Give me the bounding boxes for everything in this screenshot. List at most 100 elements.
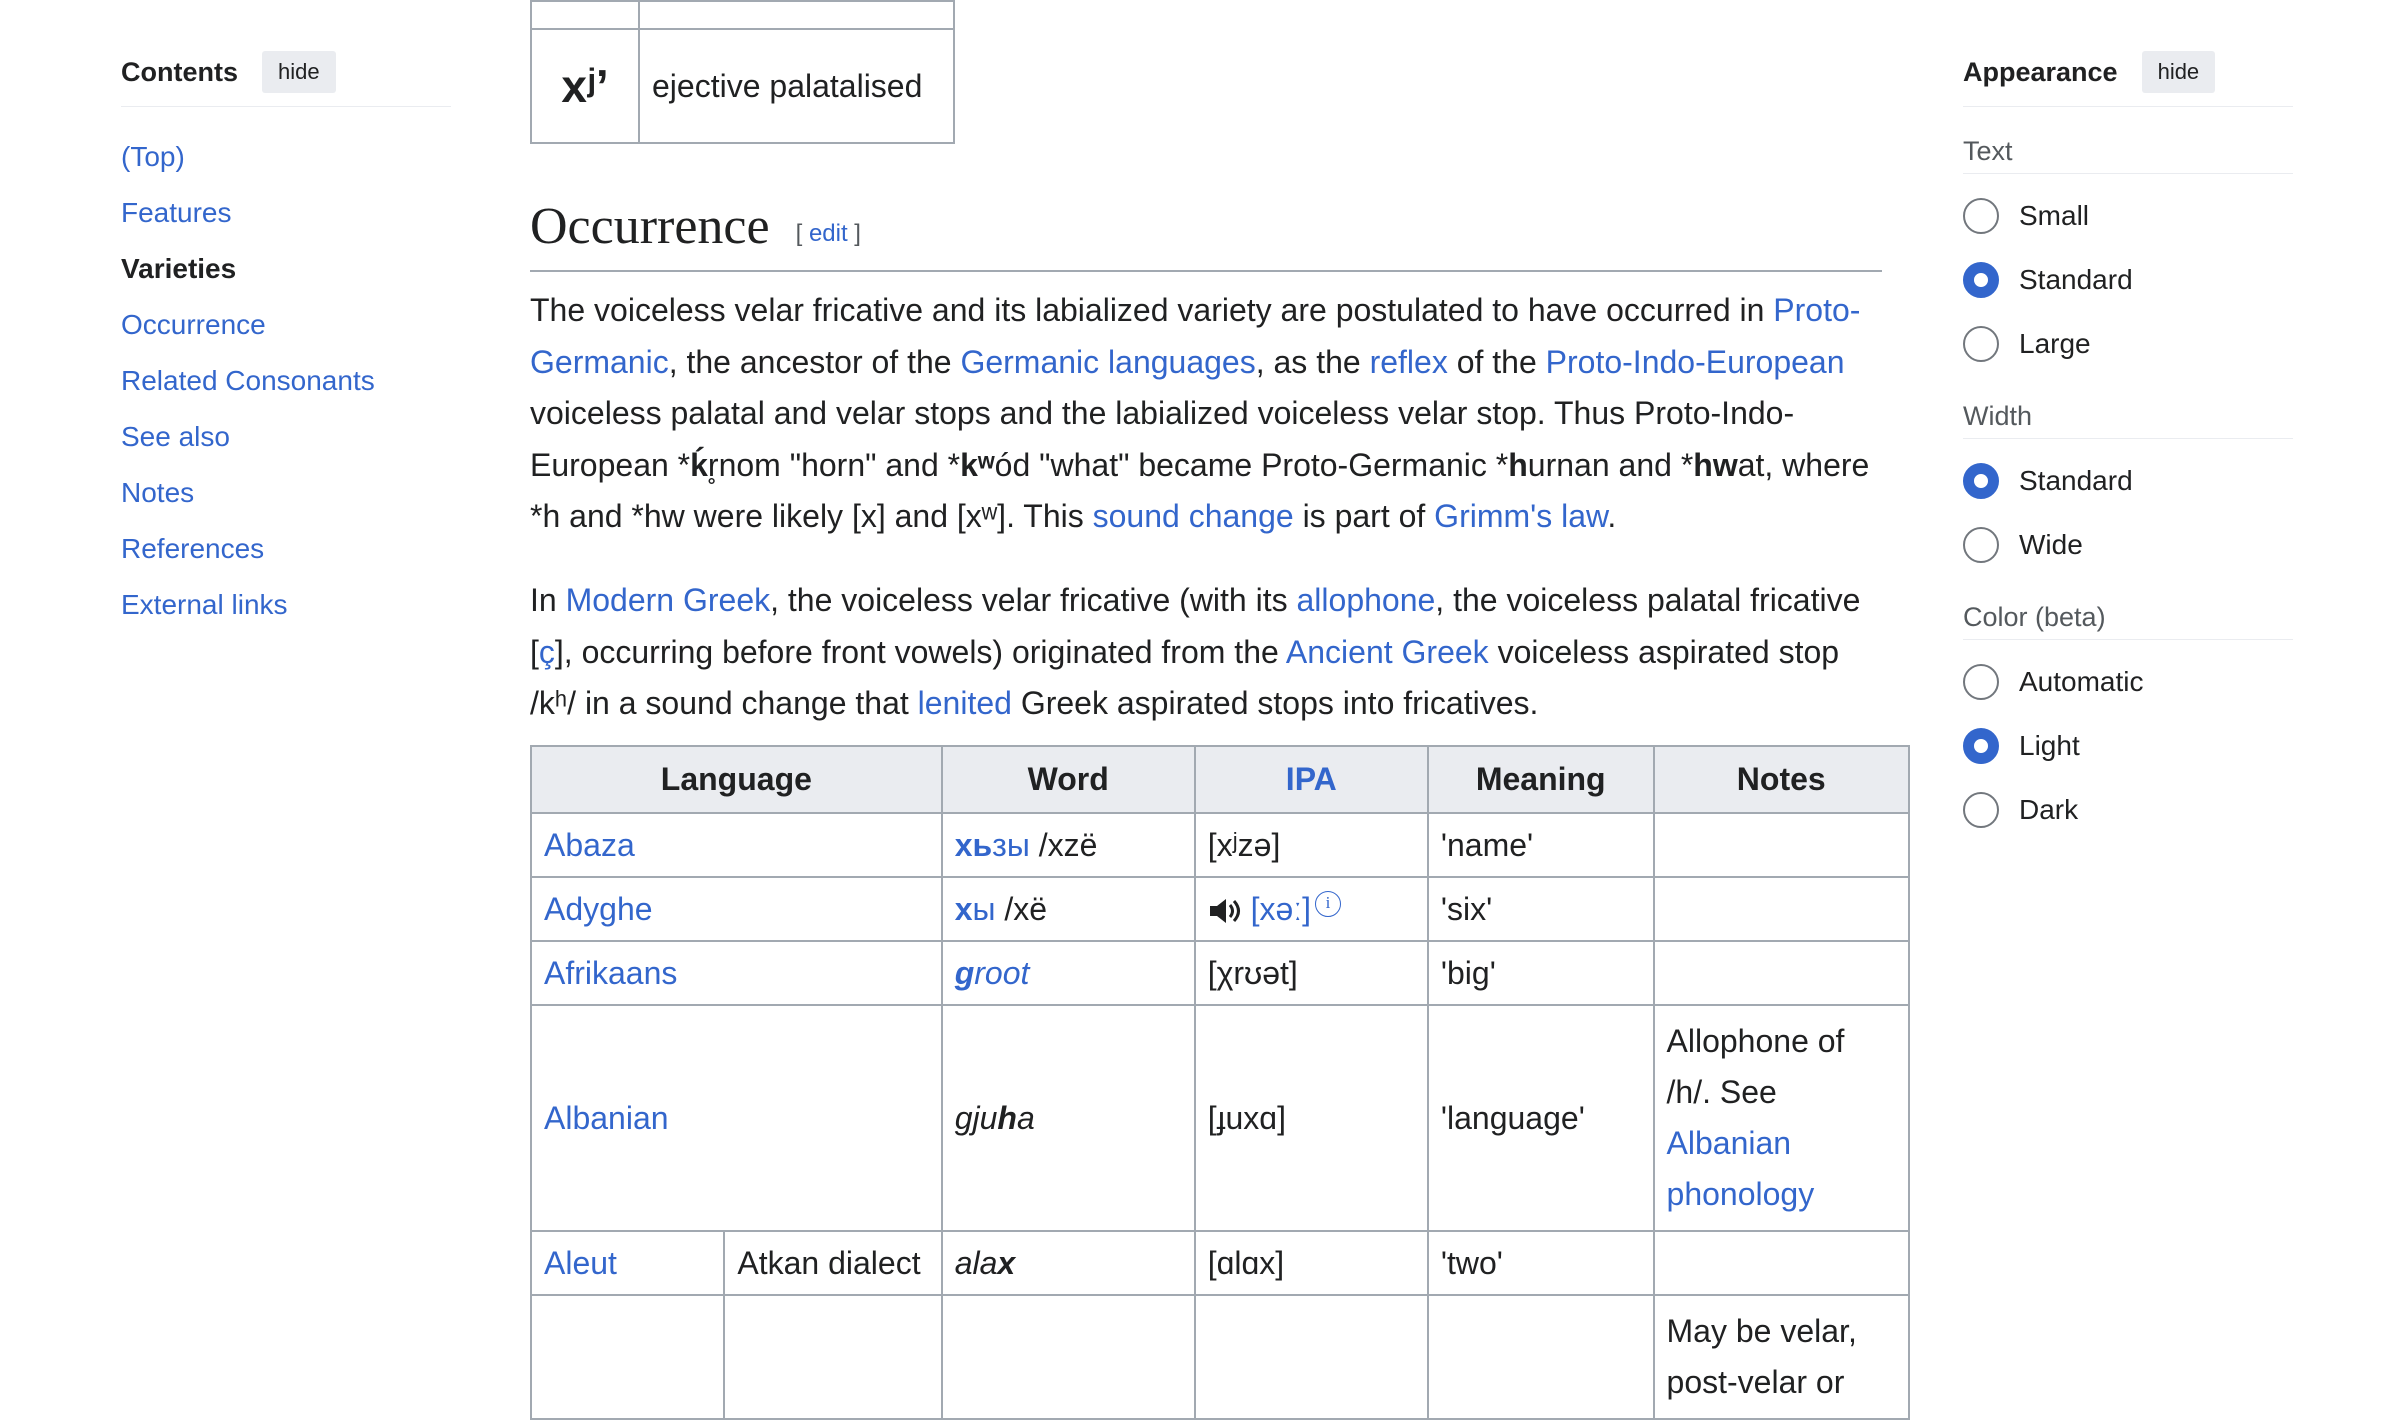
radio-button-selected[interactable] bbox=[1963, 262, 1999, 298]
occurrence-paragraph-1: The voiceless velar fricative and its la… bbox=[530, 285, 1890, 543]
language-link-abaza[interactable]: Abaza bbox=[544, 827, 635, 863]
toc-hide-button[interactable]: hide bbox=[262, 51, 336, 93]
radio-button[interactable] bbox=[1963, 527, 1999, 563]
color-dark-option[interactable]: Dark bbox=[1963, 778, 2293, 842]
toc-item-references[interactable]: References bbox=[121, 523, 451, 579]
toc-link-occurrence[interactable]: Occurrence bbox=[121, 309, 266, 340]
cell-word: groot bbox=[940, 940, 1196, 1006]
link-modern-greek[interactable]: Modern Greek bbox=[566, 582, 771, 618]
link-ancient-greek[interactable]: Ancient Greek bbox=[1286, 634, 1489, 670]
text: urnan and * bbox=[1527, 446, 1694, 483]
header-ipa[interactable]: IPA bbox=[1193, 745, 1429, 814]
table-of-contents: Contents hide (Top) Features Varieties O… bbox=[121, 48, 451, 635]
language-link-albanian[interactable]: Albanian bbox=[544, 1100, 669, 1136]
toc-item-varieties[interactable]: Varieties bbox=[121, 243, 451, 299]
text: Greek aspirated stops into fricatives. bbox=[1011, 685, 1539, 721]
language-link-adyghe[interactable]: Adyghe bbox=[544, 891, 653, 927]
toc-link-references[interactable]: References bbox=[121, 533, 264, 564]
cell-language: Albanian bbox=[530, 1004, 943, 1232]
toc-link-external-links[interactable]: External links bbox=[121, 589, 288, 620]
color-light-option[interactable]: Light bbox=[1963, 714, 2293, 778]
radio-button[interactable] bbox=[1963, 792, 1999, 828]
word-link[interactable]: хьзы bbox=[955, 827, 1030, 863]
width-standard-option[interactable]: Standard bbox=[1963, 449, 2293, 513]
link-lenited[interactable]: lenited bbox=[918, 685, 1012, 721]
cell-ipa: [χrʊət] bbox=[1193, 940, 1429, 1006]
bold-text: hw bbox=[1693, 446, 1738, 483]
option-label: Large bbox=[2019, 328, 2091, 359]
text-size-small-option[interactable]: Small bbox=[1963, 184, 2293, 248]
radio-button-selected[interactable] bbox=[1963, 463, 1999, 499]
option-label: Light bbox=[2019, 730, 2080, 761]
toc-link-notes[interactable]: Notes bbox=[121, 477, 194, 508]
toc-item-occurrence[interactable]: Occurrence bbox=[121, 299, 451, 355]
text-size-standard-option[interactable]: Standard bbox=[1963, 248, 2293, 312]
toc-link-see-also[interactable]: See also bbox=[121, 421, 230, 452]
link-reflex[interactable]: reflex bbox=[1370, 344, 1448, 380]
text: ], occurring before front vowels) origin… bbox=[554, 633, 1286, 670]
ipa-audio-link[interactable]: [xəː] bbox=[1251, 891, 1311, 927]
ipa-header-link[interactable]: IPA bbox=[1286, 761, 1337, 797]
option-label: Dark bbox=[2019, 794, 2079, 825]
link-proto-indo-european[interactable]: Proto-Indo-European bbox=[1546, 344, 1845, 380]
edit-section-link[interactable]: edit bbox=[809, 220, 848, 247]
toc-item-top[interactable]: (Top) bbox=[121, 131, 451, 187]
toc-link-features[interactable]: Features bbox=[121, 197, 232, 228]
word-rest: ы bbox=[972, 890, 996, 927]
toc-header: Contents hide bbox=[121, 48, 451, 107]
radio-button[interactable] bbox=[1963, 326, 1999, 362]
language-link-afrikaans[interactable]: Afrikaans bbox=[544, 955, 677, 991]
color-automatic-option[interactable]: Automatic bbox=[1963, 650, 2293, 714]
info-icon[interactable]: i bbox=[1315, 890, 1342, 917]
table-row: Albanian gjuha [ɟuxɑ] 'language' Allopho… bbox=[530, 1004, 1911, 1232]
word-translit: /xë bbox=[995, 890, 1048, 927]
symbol-cell: xʲʼ bbox=[530, 28, 640, 144]
option-label: Wide bbox=[2019, 529, 2083, 560]
table-cell bbox=[1426, 1294, 1655, 1420]
toc-link-top[interactable]: (Top) bbox=[121, 141, 185, 172]
link-grimms-law[interactable]: Grimm's law bbox=[1434, 498, 1607, 534]
text-size-large-option[interactable]: Large bbox=[1963, 312, 2293, 376]
toc-item-features[interactable]: Features bbox=[121, 187, 451, 243]
toc-link-varieties[interactable]: Varieties bbox=[121, 253, 236, 284]
word-link[interactable]: хы bbox=[955, 891, 996, 927]
width-wide-option[interactable]: Wide bbox=[1963, 513, 2293, 577]
color-group: Automatic Light Dark bbox=[1963, 650, 2293, 842]
text: , the voiceless velar fricative (with it… bbox=[770, 582, 1297, 618]
table-row: xʲʼ ejective palatalised bbox=[530, 28, 955, 144]
toc-item-related-consonants[interactable]: Related Consonants bbox=[121, 355, 451, 411]
toc-item-notes[interactable]: Notes bbox=[121, 467, 451, 523]
cell-meaning: 'name' bbox=[1426, 812, 1655, 878]
language-examples-table: Language Word IPA Meaning Notes Abaza хь… bbox=[529, 745, 1911, 1420]
radio-button-selected[interactable] bbox=[1963, 728, 1999, 764]
edit-bracket-open: [ bbox=[795, 220, 809, 247]
language-link-aleut[interactable]: Aleut bbox=[544, 1245, 617, 1281]
link-palatal-fricative[interactable]: ç bbox=[539, 634, 555, 670]
table-cell bbox=[723, 1294, 943, 1420]
table-row bbox=[530, 0, 955, 30]
consonant-table-fragment: xʲʼ ejective palatalised bbox=[530, 0, 955, 144]
width-label: Width bbox=[1963, 396, 2293, 439]
radio-button[interactable] bbox=[1963, 664, 1999, 700]
option-label: Standard bbox=[2019, 264, 2133, 295]
appearance-hide-button[interactable]: hide bbox=[2141, 51, 2216, 93]
table-cell bbox=[529, 1294, 726, 1420]
toc-item-see-also[interactable]: See also bbox=[121, 411, 451, 467]
toc-item-external-links[interactable]: External links bbox=[121, 579, 451, 635]
radio-button[interactable] bbox=[1963, 198, 1999, 234]
speaker-icon[interactable] bbox=[1208, 897, 1242, 925]
link-germanic-languages[interactable]: Germanic languages bbox=[960, 344, 1255, 380]
link-allophone[interactable]: allophone bbox=[1297, 582, 1436, 618]
toc-link-related-consonants[interactable]: Related Consonants bbox=[121, 365, 375, 396]
text: , as the bbox=[1255, 343, 1370, 380]
word-link[interactable]: groot bbox=[955, 955, 1030, 991]
word-translit: /xzë bbox=[1029, 826, 1098, 863]
notes-text: Allophone of /h/. See bbox=[1666, 1023, 1845, 1110]
link-albanian-phonology[interactable]: Albanian phonology bbox=[1667, 1125, 1815, 1212]
cell-dialect: Atkan dialect bbox=[723, 1230, 943, 1296]
link-sound-change[interactable]: sound change bbox=[1093, 498, 1294, 534]
cell-ipa: [xəː] i bbox=[1193, 876, 1429, 942]
option-label: Automatic bbox=[2019, 666, 2144, 697]
section-heading-row: Occurrence [ edit ] bbox=[530, 190, 1882, 272]
text: . bbox=[1607, 498, 1617, 534]
